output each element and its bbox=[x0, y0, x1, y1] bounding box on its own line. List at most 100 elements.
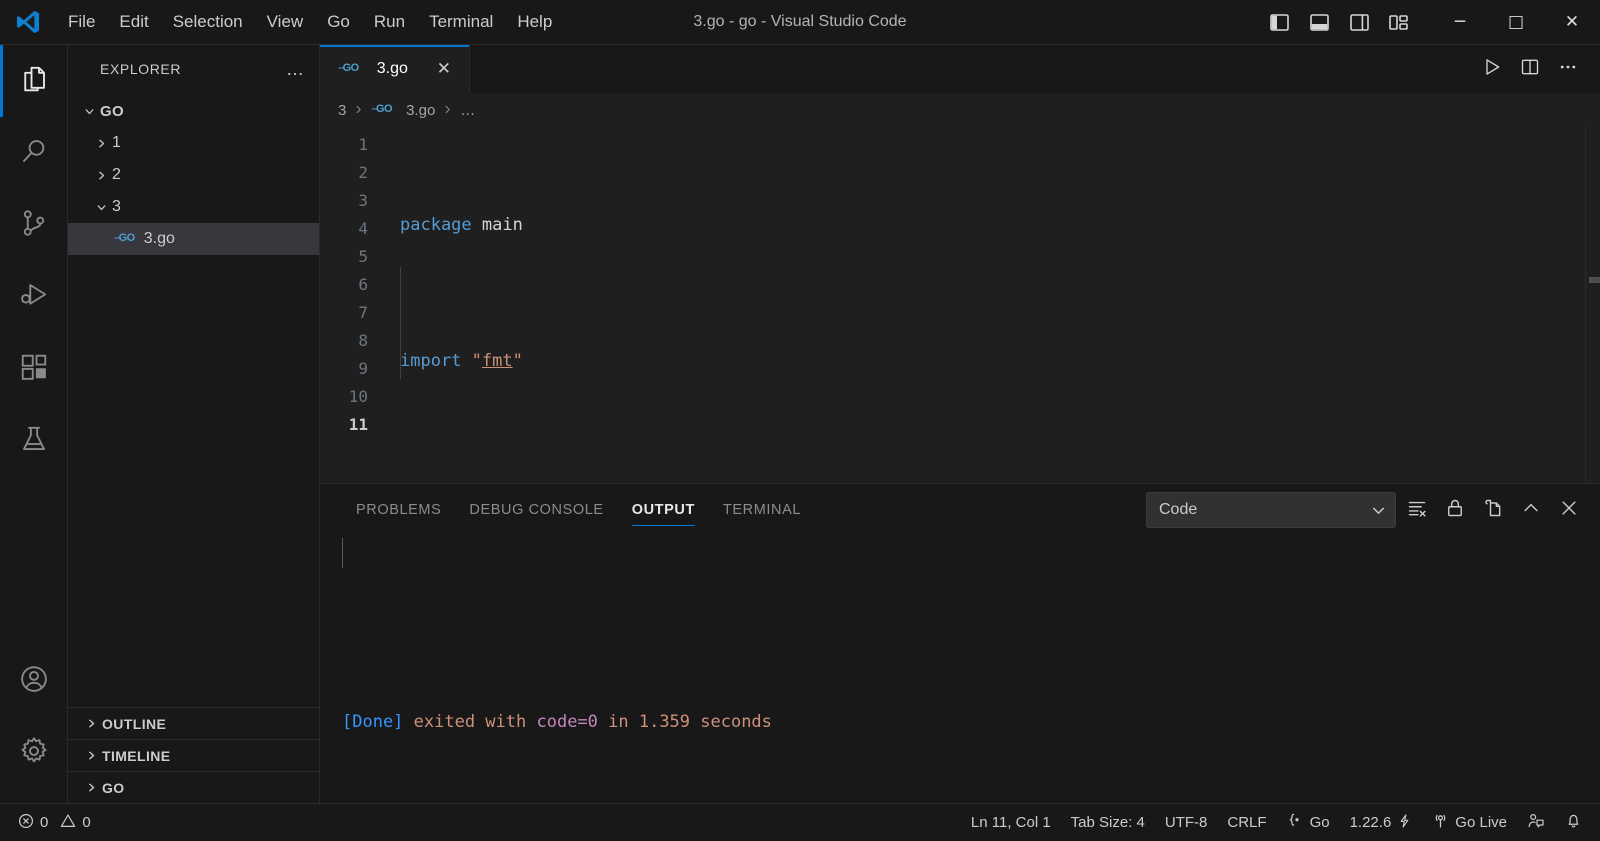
title-bar-right: ─ □ ✕ bbox=[1262, 0, 1600, 44]
breadcrumb-item-symbols[interactable]: … bbox=[460, 102, 475, 119]
output-content[interactable]: [Done] exited with code=0 in 1.359 secon… bbox=[320, 536, 1600, 803]
status-editor-eol[interactable]: CRLF bbox=[1217, 804, 1276, 841]
sidebar-more-actions-button[interactable]: … bbox=[286, 60, 305, 78]
language-label: Go bbox=[1309, 814, 1330, 831]
chevron-right-icon bbox=[80, 717, 102, 730]
minimize-icon: ─ bbox=[1454, 11, 1466, 32]
breadcrumb-item-folder[interactable]: 3 bbox=[338, 102, 346, 119]
sidebar-section-label: TIMELINE bbox=[102, 747, 171, 764]
menu-edit[interactable]: Edit bbox=[107, 8, 160, 36]
close-window-button[interactable]: ✕ bbox=[1544, 0, 1600, 45]
panel-actions: Code bbox=[1146, 492, 1586, 528]
status-feedback[interactable] bbox=[1517, 804, 1555, 841]
menu-help[interactable]: Help bbox=[505, 8, 564, 36]
vscode-logo-icon bbox=[0, 8, 56, 36]
status-editor-encoding[interactable]: UTF-8 bbox=[1155, 804, 1218, 841]
line-number: 3 bbox=[358, 191, 368, 210]
line-number: 5 bbox=[358, 247, 368, 266]
activity-bar-item-search[interactable] bbox=[0, 117, 68, 189]
tree-item-folder-2[interactable]: 2 bbox=[68, 159, 319, 191]
warning-triangle-icon bbox=[60, 813, 76, 833]
output-caret bbox=[342, 538, 343, 568]
tree-item-file-3-go[interactable]: GO 3.go bbox=[68, 223, 319, 255]
status-problems[interactable]: 0 0 bbox=[8, 804, 101, 841]
file-tree: GO 1 2 3 – GO 3.go bbox=[68, 93, 319, 707]
panel-tab-debug-console[interactable]: DEBUG CONSOLE bbox=[455, 484, 617, 536]
status-language-mode[interactable]: Go bbox=[1277, 804, 1340, 841]
tree-item-label: 2 bbox=[112, 166, 121, 183]
activity-bar-item-explorer[interactable] bbox=[0, 45, 68, 117]
sidebar-section-timeline[interactable]: TIMELINE bbox=[68, 739, 319, 771]
sidebar-section-label: GO bbox=[102, 779, 125, 796]
chevron-down-icon bbox=[90, 201, 112, 214]
activity-bar-item-extensions[interactable] bbox=[0, 333, 68, 405]
status-go-version[interactable]: 1.22.6 bbox=[1340, 804, 1423, 841]
status-go-live[interactable]: Go Live bbox=[1422, 804, 1517, 841]
beaker-icon bbox=[19, 424, 49, 459]
code-editor[interactable]: 1 2 3 4 5 6 7 8 9 10 11 package main imp… bbox=[320, 127, 1600, 483]
toggle-panel-icon[interactable] bbox=[1302, 5, 1336, 39]
status-editor-position[interactable]: Ln 11, Col 1 bbox=[961, 804, 1061, 841]
turn-auto-scrolling-off-button[interactable] bbox=[1438, 493, 1472, 527]
activity-bar-item-source-control[interactable] bbox=[0, 189, 68, 261]
output-exit-code: code=0 bbox=[536, 712, 598, 732]
breadcrumb-item-file[interactable]: GO 3.go bbox=[371, 102, 435, 119]
run-code-button[interactable] bbox=[1474, 51, 1510, 87]
line-number: 2 bbox=[358, 163, 368, 182]
close-panel-button[interactable] bbox=[1552, 493, 1586, 527]
customize-layout-icon[interactable] bbox=[1382, 5, 1416, 39]
tree-item-go-root[interactable]: GO bbox=[68, 95, 319, 127]
panel-header: PROBLEMS DEBUG CONSOLE OUTPUT TERMINAL C… bbox=[320, 484, 1600, 536]
run-debug-icon bbox=[19, 280, 49, 315]
activity-bar-item-accounts[interactable] bbox=[0, 645, 68, 717]
menu-run[interactable]: Run bbox=[362, 8, 417, 36]
line-number: 7 bbox=[358, 303, 368, 322]
sidebar-title: EXPLORER bbox=[100, 61, 182, 77]
sidebar-section-outline[interactable]: OUTLINE bbox=[68, 707, 319, 739]
line-number-active: 11 bbox=[348, 415, 368, 434]
split-editor-right-button[interactable] bbox=[1512, 51, 1548, 87]
explorer-sidebar: EXPLORER … GO 1 2 3 – GO 3.go OUTLINE TI… bbox=[68, 45, 320, 803]
activity-bar-item-testing[interactable] bbox=[0, 405, 68, 477]
panel-tab-terminal[interactable]: TERMINAL bbox=[709, 484, 815, 536]
gear-icon bbox=[19, 736, 49, 771]
line-numbers: 1 2 3 4 5 6 7 8 9 10 11 bbox=[320, 127, 382, 483]
menu-view[interactable]: View bbox=[255, 8, 316, 36]
editor-tab-3-go[interactable]: GO 3.go ✕ bbox=[320, 45, 470, 93]
extensions-icon bbox=[19, 352, 49, 387]
chevron-right-icon bbox=[353, 102, 364, 119]
close-tab-button[interactable]: ✕ bbox=[431, 56, 457, 82]
account-icon bbox=[19, 664, 49, 699]
scrollbar-thumb[interactable] bbox=[1589, 277, 1600, 283]
toggle-secondary-sidebar-icon[interactable] bbox=[1342, 5, 1376, 39]
toggle-primary-sidebar-icon[interactable] bbox=[1262, 5, 1296, 39]
more-actions-button[interactable] bbox=[1550, 51, 1586, 87]
braces-icon bbox=[1287, 812, 1304, 833]
sidebar-section-go[interactable]: GO bbox=[68, 771, 319, 803]
play-icon bbox=[1482, 57, 1502, 82]
panel-tab-output[interactable]: OUTPUT bbox=[618, 484, 709, 536]
panel-tab-problems[interactable]: PROBLEMS bbox=[342, 484, 455, 536]
status-editor-indentation[interactable]: Tab Size: 4 bbox=[1061, 804, 1155, 841]
tree-item-folder-3[interactable]: 3 bbox=[68, 191, 319, 223]
output-channel-select[interactable]: Code bbox=[1146, 492, 1396, 528]
maximize-window-button[interactable]: □ bbox=[1488, 0, 1544, 45]
editor-vertical-scrollbar[interactable] bbox=[1586, 127, 1600, 483]
status-notifications[interactable] bbox=[1555, 804, 1592, 841]
clear-output-button[interactable] bbox=[1400, 493, 1434, 527]
vscode-window: File Edit Selection View Go Run Terminal… bbox=[0, 0, 1600, 841]
menu-terminal[interactable]: Terminal bbox=[417, 8, 505, 36]
tree-item-folder-1[interactable]: 1 bbox=[68, 127, 319, 159]
maximize-panel-size-button[interactable] bbox=[1514, 493, 1548, 527]
activity-bar-item-settings[interactable] bbox=[0, 717, 68, 789]
menu-go[interactable]: Go bbox=[315, 8, 362, 36]
open-output-in-editor-button[interactable] bbox=[1476, 493, 1510, 527]
menu-file[interactable]: File bbox=[56, 8, 107, 36]
output-duration: in 1.359 seconds bbox=[597, 712, 772, 732]
menu-selection[interactable]: Selection bbox=[161, 8, 255, 36]
code-content[interactable]: package main import "fmt" func main() { … bbox=[382, 127, 1600, 483]
activity-bar-item-run-and-debug[interactable] bbox=[0, 261, 68, 333]
output-channel-value: Code bbox=[1159, 501, 1198, 518]
open-in-editor-icon bbox=[1483, 498, 1503, 523]
minimize-window-button[interactable]: ─ bbox=[1432, 0, 1488, 45]
